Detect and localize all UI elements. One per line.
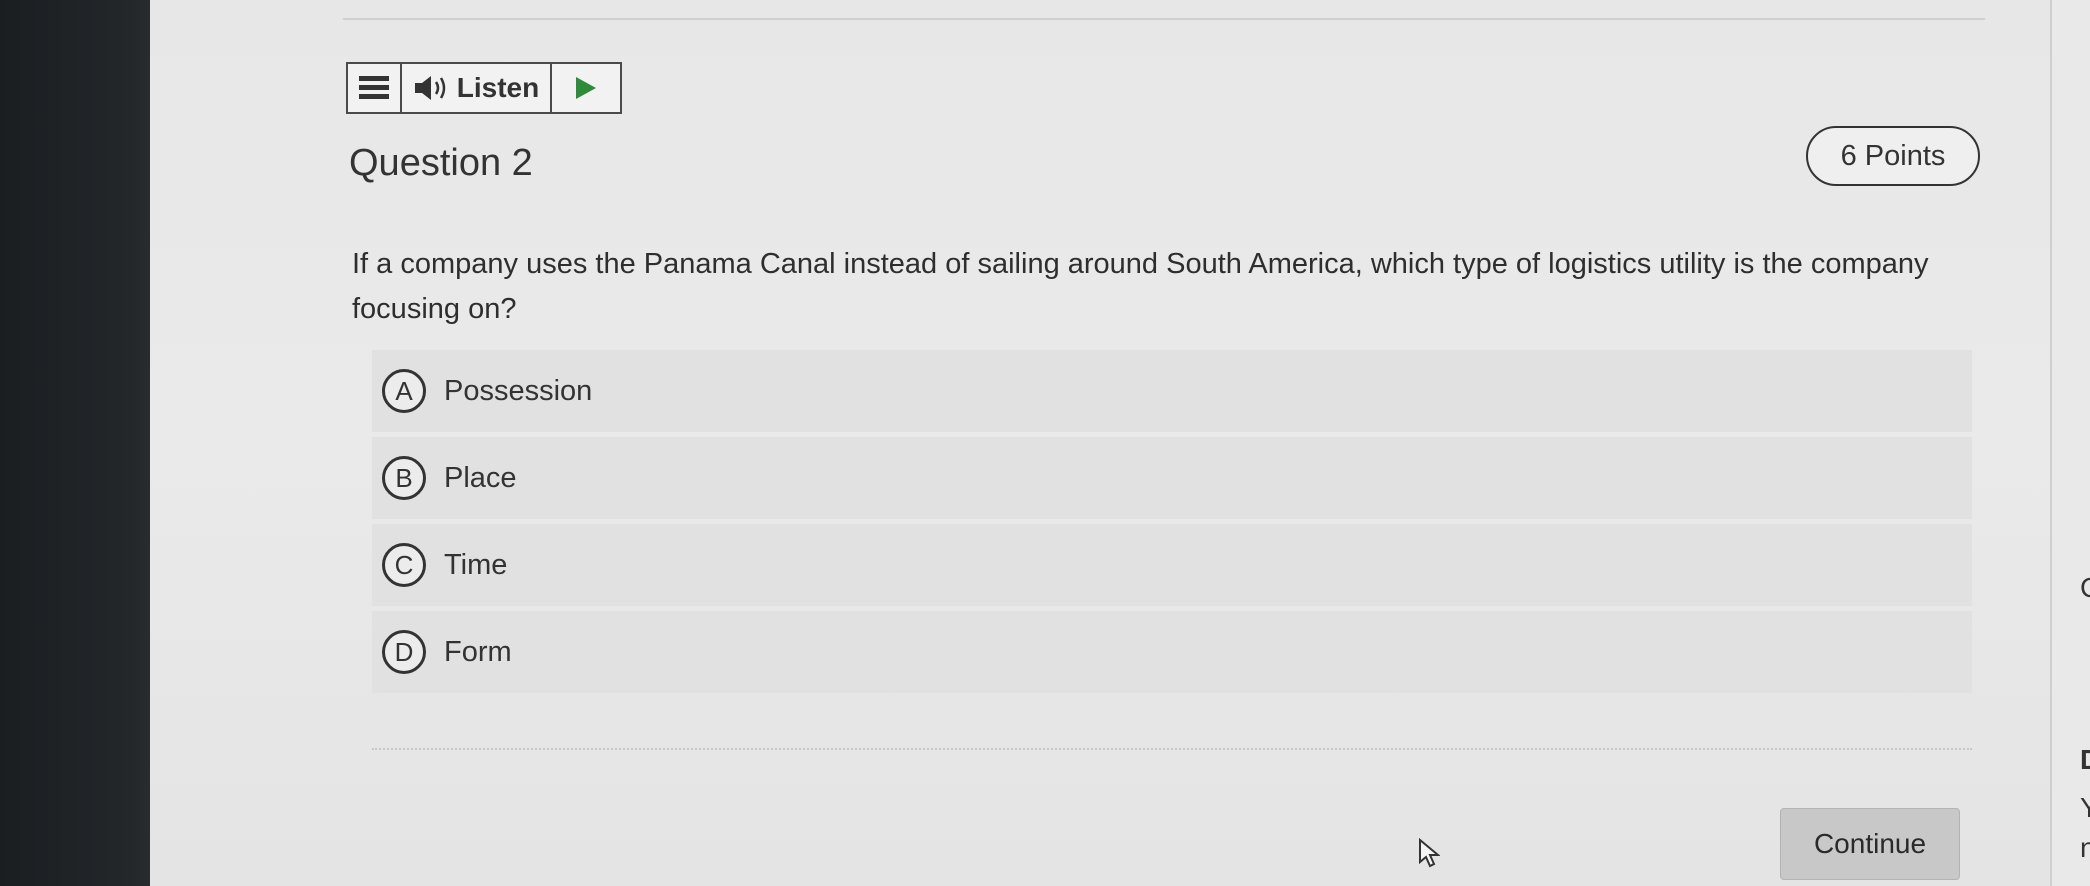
play-icon [576, 77, 596, 99]
answer-option-a[interactable]: A Possession [372, 350, 1972, 432]
option-letter-badge: D [382, 630, 426, 674]
continue-button[interactable]: Continue [1780, 808, 1960, 880]
option-label: Possession [444, 374, 593, 407]
read-aloud-toolbar: Listen [346, 62, 622, 114]
points-badge: 6 Points [1806, 126, 1980, 186]
side-fragment-text: Y [2080, 792, 2090, 823]
option-letter-badge: C [382, 543, 426, 587]
speaker-icon [414, 76, 446, 100]
answer-option-b[interactable]: B Place [372, 437, 1972, 519]
option-label: Time [444, 548, 508, 581]
answer-option-d[interactable]: D Form [372, 611, 1972, 693]
top-divider [343, 18, 1985, 20]
listen-label: Listen [456, 72, 540, 103]
toolbar-menu-button[interactable] [348, 64, 402, 112]
screen-bezel [0, 0, 160, 886]
question-prompt: If a company uses the Panama Canal inste… [352, 248, 1929, 325]
answer-option-c[interactable]: C Time [372, 524, 1972, 606]
listen-button[interactable]: Listen [402, 64, 552, 112]
side-fragment-text: C [2080, 572, 2090, 604]
option-letter-badge: B [382, 456, 426, 500]
option-label: Place [444, 461, 517, 494]
option-letter-badge: A [382, 369, 426, 413]
side-panel-fragment: C D Y n [2050, 0, 2090, 886]
hamburger-menu-icon [359, 76, 389, 99]
side-fragment-text: n [2080, 832, 2090, 863]
question-title: Question 2 [349, 142, 533, 184]
bottom-divider [372, 748, 1972, 750]
option-label: Form [444, 635, 512, 668]
side-fragment-text: D [2080, 744, 2090, 776]
play-button[interactable] [552, 64, 620, 112]
mouse-pointer-icon [1419, 838, 1440, 868]
